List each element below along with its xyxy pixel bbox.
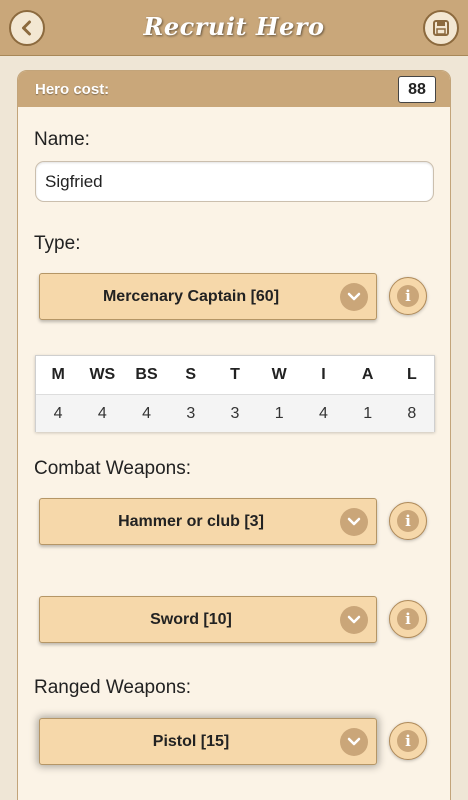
stats-header-row: M WS BS S T W I A L [36, 356, 434, 394]
info-icon: i [397, 510, 419, 532]
combat-weapons-label: Combat Weapons: [34, 458, 192, 479]
combat-weapon-2-value: Sword [10] [150, 610, 232, 628]
ranged-weapon-select-1[interactable]: Pistol [15] [39, 718, 377, 765]
type-info-button[interactable]: i [389, 277, 427, 315]
stat-value-i: 4 [318, 404, 328, 422]
ranged-weapons-label: Ranged Weapons: [34, 677, 192, 698]
stat-header-a: A [361, 366, 374, 383]
stats-value-row: 4 4 4 3 3 1 4 1 8 [36, 394, 434, 432]
stat-header-m: M [51, 366, 65, 383]
stat-header-i: I [321, 366, 326, 383]
recruit-form-panel: Hero cost: 88 Name: Type: Mercenary Capt… [17, 70, 451, 800]
info-icon: i [397, 608, 419, 630]
stat-value-ws: 4 [97, 404, 107, 422]
name-label: Name: [34, 129, 90, 150]
chevron-down-icon [340, 606, 368, 634]
stat-value-bs: 4 [142, 404, 151, 422]
info-icon: i [397, 730, 419, 752]
combat-weapon-1-info-button[interactable]: i [389, 502, 427, 540]
stat-header-l: L [406, 366, 417, 383]
stat-header-w: W [271, 366, 287, 383]
hero-cost-value: 88 [398, 76, 436, 103]
ranged-weapon-1-value: Pistol [15] [152, 732, 230, 750]
stat-header-s: S [185, 366, 197, 383]
combat-weapon-select-1[interactable]: Hammer or club [3] [39, 498, 377, 545]
save-button[interactable] [423, 10, 459, 46]
stat-value-m: 4 [53, 404, 63, 422]
stat-header-ws: WS [89, 366, 116, 383]
combat-weapon-2-info-button[interactable]: i [389, 600, 427, 638]
chevron-down-icon [340, 508, 368, 536]
stat-value-l: 8 [407, 404, 417, 422]
stat-value-s: 3 [186, 404, 196, 422]
hero-cost-bar: Hero cost: 88 [18, 71, 450, 107]
chevron-down-icon [340, 283, 368, 311]
name-input[interactable] [35, 161, 434, 202]
stats-table: M WS BS S T W I A L 4 4 4 3 3 1 4 1 8 [35, 355, 435, 432]
stat-value-w: 1 [274, 404, 284, 422]
type-select-value: Mercenary Captain [60] [102, 287, 280, 305]
combat-weapon-select-2[interactable]: Sword [10] [39, 596, 377, 643]
hero-cost-label: Hero cost: [35, 81, 110, 98]
chevron-down-icon [340, 728, 368, 756]
stat-value-a: 1 [363, 404, 373, 422]
combat-weapon-1-value: Hammer or club [3] [118, 512, 264, 530]
app-header: Recruit Hero [0, 0, 468, 56]
info-icon: i [397, 285, 419, 307]
stat-value-t: 3 [230, 404, 240, 422]
page-title: Recruit Hero [143, 12, 325, 41]
stat-header-t: T [230, 366, 240, 383]
ranged-weapon-1-info-button[interactable]: i [389, 722, 427, 760]
stat-header-bs: BS [135, 366, 158, 383]
type-label: Type: [34, 233, 81, 254]
floppy-disk-icon [433, 20, 449, 36]
type-select[interactable]: Mercenary Captain [60] [39, 273, 377, 320]
